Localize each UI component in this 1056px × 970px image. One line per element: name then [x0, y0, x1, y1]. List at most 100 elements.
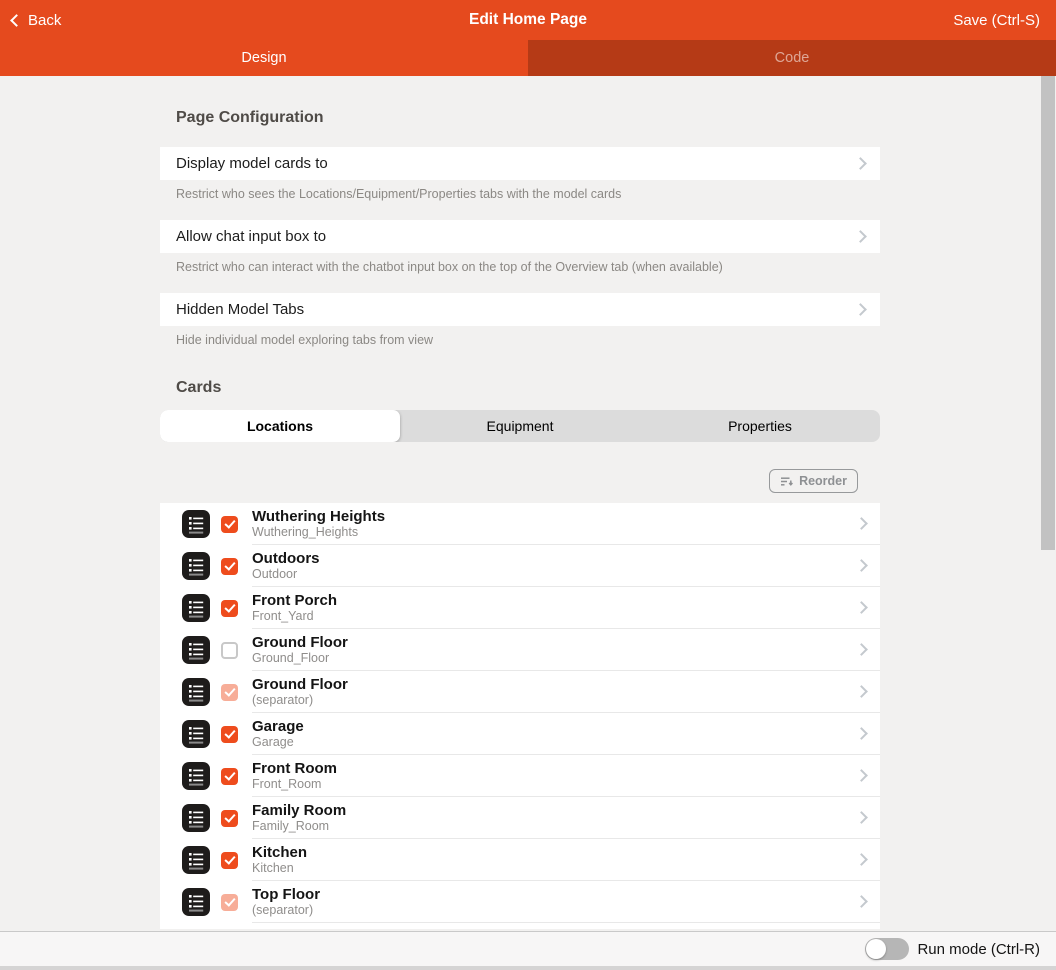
- card-list-icon[interactable]: [182, 846, 210, 874]
- card-row-main[interactable]: Front Room Front_Room: [252, 755, 880, 797]
- card-subtitle: Ground_Floor: [252, 651, 348, 666]
- card-visible-checkbox[interactable]: [221, 600, 238, 617]
- back-button[interactable]: Back: [12, 12, 61, 29]
- card-row: Front Porch Front_Yard: [160, 587, 880, 629]
- card-row-main[interactable]: Front Porch Front_Yard: [252, 587, 880, 629]
- config-row-label: Hidden Model Tabs: [176, 301, 304, 318]
- card-title: Garage: [252, 718, 304, 735]
- card-row-text: Front Room Front_Room: [252, 760, 337, 792]
- card-row-main[interactable]: Outdoors Outdoor: [252, 545, 880, 587]
- config-row-description: Restrict who sees the Locations/Equipmen…: [176, 187, 864, 202]
- card-row-text: Top Floor (separator): [252, 886, 320, 918]
- card-list-icon[interactable]: [182, 510, 210, 538]
- navbar: Back Edit Home Page Save (Ctrl-S): [0, 0, 1056, 40]
- card-subtitle: Family_Room: [252, 819, 346, 834]
- cards-heading: Cards: [176, 379, 864, 397]
- card-list-icon[interactable]: [182, 888, 210, 916]
- card-subtitle: Outdoor: [252, 567, 320, 582]
- card-list-icon[interactable]: [182, 720, 210, 748]
- card-type-segmented-control: Locations Equipment Properties: [160, 410, 880, 442]
- tab-design[interactable]: Design: [0, 40, 528, 76]
- card-visible-checkbox[interactable]: [221, 642, 238, 659]
- card-title: Wuthering Heights: [252, 508, 385, 525]
- card-row-text: Wuthering Heights Wuthering_Heights: [252, 508, 385, 540]
- chevron-right-icon: [855, 811, 868, 824]
- chevron-right-icon: [855, 517, 868, 530]
- card-title: Front Porch: [252, 592, 337, 609]
- scrollbar-thumb[interactable]: [1041, 76, 1055, 550]
- chevron-right-icon: [854, 230, 867, 243]
- card-list-icon[interactable]: [182, 678, 210, 706]
- config-row[interactable]: Display model cards to: [160, 147, 880, 180]
- card-subtitle: (separator): [252, 693, 348, 708]
- card-title: Ground Floor: [252, 634, 348, 651]
- segment-properties[interactable]: Properties: [640, 410, 880, 442]
- config-row-description: Restrict who can interact with the chatb…: [176, 260, 864, 275]
- card-visible-checkbox[interactable]: [221, 726, 238, 743]
- chevron-right-icon: [855, 685, 868, 698]
- config-item: Display model cards to Restrict who sees…: [160, 147, 880, 202]
- card-visible-checkbox[interactable]: [221, 768, 238, 785]
- chevron-right-icon: [855, 559, 868, 572]
- chevron-right-icon: [854, 157, 867, 170]
- card-visible-checkbox[interactable]: [221, 852, 238, 869]
- sort-icon: [780, 476, 793, 487]
- chevron-right-icon: [855, 895, 868, 908]
- card-row-main[interactable]: Ground Floor Ground_Floor: [252, 629, 880, 671]
- edit-home-page-window: Back Edit Home Page Save (Ctrl-S) Design…: [0, 0, 1056, 970]
- page-configuration-heading: Page Configuration: [176, 109, 864, 127]
- card-subtitle: Wuthering_Heights: [252, 525, 385, 540]
- run-mode-label: Run mode (Ctrl-R): [917, 941, 1040, 958]
- card-row-main[interactable]: Garage Garage: [252, 713, 880, 755]
- card-list-icon[interactable]: [182, 594, 210, 622]
- card-row-main[interactable]: Wuthering Heights Wuthering_Heights: [252, 503, 880, 545]
- card-title: Ground Floor: [252, 676, 348, 693]
- card-subtitle: Front_Yard: [252, 609, 337, 624]
- card-visible-checkbox[interactable]: [221, 516, 238, 533]
- card-row-main[interactable]: Kitchen Kitchen: [252, 839, 880, 881]
- reorder-button[interactable]: Reorder: [769, 469, 858, 493]
- card-row-text: Kitchen Kitchen: [252, 844, 307, 876]
- card-row-main[interactable]: Family Room Family_Room: [252, 797, 880, 839]
- card-subtitle: (separator): [252, 903, 320, 918]
- card-row-main[interactable]: Top Floor (separator): [252, 881, 880, 923]
- card-visible-checkbox[interactable]: [221, 810, 238, 827]
- card-title: Front Room: [252, 760, 337, 777]
- card-list-icon[interactable]: [182, 636, 210, 664]
- card-visible-checkbox[interactable]: [221, 684, 238, 701]
- chevron-right-icon: [855, 643, 868, 656]
- config-row[interactable]: Allow chat input box to: [160, 220, 880, 253]
- save-button[interactable]: Save (Ctrl-S): [953, 12, 1040, 29]
- card-visible-checkbox[interactable]: [221, 894, 238, 911]
- card-list-icon[interactable]: [182, 804, 210, 832]
- segment-locations[interactable]: Locations: [160, 410, 400, 442]
- card-row: Outdoors Outdoor: [160, 545, 880, 587]
- card-list: Wuthering Heights Wuthering_Heights: [160, 503, 880, 929]
- card-row: Family Room Family_Room: [160, 797, 880, 839]
- content-area: Page Configuration Display model cards t…: [0, 76, 1056, 931]
- card-row: Ground Floor Ground_Floor: [160, 629, 880, 671]
- reorder-button-label: Reorder: [799, 474, 847, 488]
- card-row-text: Front Porch Front_Yard: [252, 592, 337, 624]
- card-row: Kitchen Kitchen: [160, 839, 880, 881]
- config-row[interactable]: Hidden Model Tabs: [160, 293, 880, 326]
- chevron-right-icon: [855, 727, 868, 740]
- card-row-main[interactable]: Ground Floor (separator): [252, 671, 880, 713]
- card-list-icon[interactable]: [182, 762, 210, 790]
- card-subtitle: Front_Room: [252, 777, 337, 792]
- chevron-left-icon: [10, 14, 23, 27]
- card-row: Wuthering Heights Wuthering_Heights: [160, 503, 880, 545]
- card-title: Top Floor: [252, 886, 320, 903]
- card-row-text: Garage Garage: [252, 718, 304, 750]
- editor-tabbar: Design Code: [0, 40, 1056, 76]
- run-mode-toggle[interactable]: [865, 938, 909, 960]
- chevron-right-icon: [854, 303, 867, 316]
- card-list-icon[interactable]: [182, 552, 210, 580]
- config-row-label: Allow chat input box to: [176, 228, 326, 245]
- card-visible-checkbox[interactable]: [221, 558, 238, 575]
- window-bottom-edge: [0, 966, 1056, 970]
- card-row: Ground Floor (separator): [160, 671, 880, 713]
- tab-code[interactable]: Code: [528, 40, 1056, 76]
- segment-equipment[interactable]: Equipment: [400, 410, 640, 442]
- bottom-toolbar: Run mode (Ctrl-R): [0, 931, 1056, 966]
